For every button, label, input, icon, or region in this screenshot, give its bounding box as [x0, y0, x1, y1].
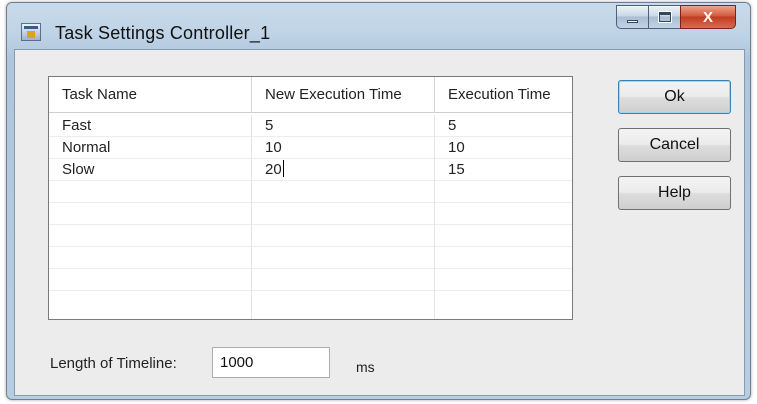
empty-row: [49, 203, 572, 225]
execution-time-cell[interactable]: 5: [435, 115, 572, 137]
execution-time-cell[interactable]: 15: [435, 159, 572, 181]
column-header-execution-time[interactable]: Execution Time: [435, 77, 572, 113]
cancel-button[interactable]: Cancel: [618, 128, 731, 162]
caption-buttons: X: [616, 5, 736, 29]
timeline-unit: ms: [356, 359, 375, 375]
close-button[interactable]: X: [680, 5, 736, 29]
new-execution-time-cell[interactable]: 5: [252, 115, 435, 137]
task-name-cell[interactable]: Fast: [49, 115, 252, 137]
table-row[interactable]: Slow 20 15: [49, 159, 572, 181]
grid-header: Task Name New Execution Time Execution T…: [49, 77, 572, 113]
empty-row: [49, 291, 572, 319]
empty-row: [49, 247, 572, 269]
column-header-task-name[interactable]: Task Name: [49, 77, 252, 113]
task-grid[interactable]: Task Name New Execution Time Execution T…: [48, 76, 573, 320]
empty-row: [49, 269, 572, 291]
dialog-client-area: Task Name New Execution Time Execution T…: [14, 49, 745, 396]
close-icon: X: [702, 8, 713, 26]
text-caret: [282, 160, 284, 177]
new-execution-time-cell[interactable]: 10: [252, 137, 435, 159]
minimize-button[interactable]: [616, 5, 648, 29]
help-button[interactable]: Help: [618, 176, 731, 210]
table-row[interactable]: Fast 5 5: [49, 115, 572, 137]
table-row[interactable]: Normal 10 10: [49, 137, 572, 159]
dialog-window: Task Settings Controller_1 X Task Name N…: [6, 2, 751, 400]
task-name-cell[interactable]: Normal: [49, 137, 252, 159]
window-title: Task Settings Controller_1: [55, 23, 271, 43]
empty-row: [49, 225, 572, 247]
timeline-label: Length of Timeline:: [50, 355, 177, 372]
minimize-icon: [627, 19, 638, 23]
ok-button[interactable]: Ok: [618, 80, 731, 114]
maximize-icon: [657, 11, 672, 23]
app-window-icon[interactable]: [21, 23, 41, 41]
title-bar[interactable]: Task Settings Controller_1 X: [7, 3, 750, 47]
empty-row: [49, 181, 572, 203]
timeline-length-input[interactable]: 1000: [212, 347, 330, 378]
edit-value[interactable]: 20: [265, 161, 282, 178]
maximize-button[interactable]: [648, 5, 680, 29]
column-header-new-execution-time[interactable]: New Execution Time: [252, 77, 435, 113]
new-execution-time-cell-editing[interactable]: 20: [252, 159, 435, 181]
execution-time-cell[interactable]: 10: [435, 137, 572, 159]
task-name-cell[interactable]: Slow: [49, 159, 252, 181]
